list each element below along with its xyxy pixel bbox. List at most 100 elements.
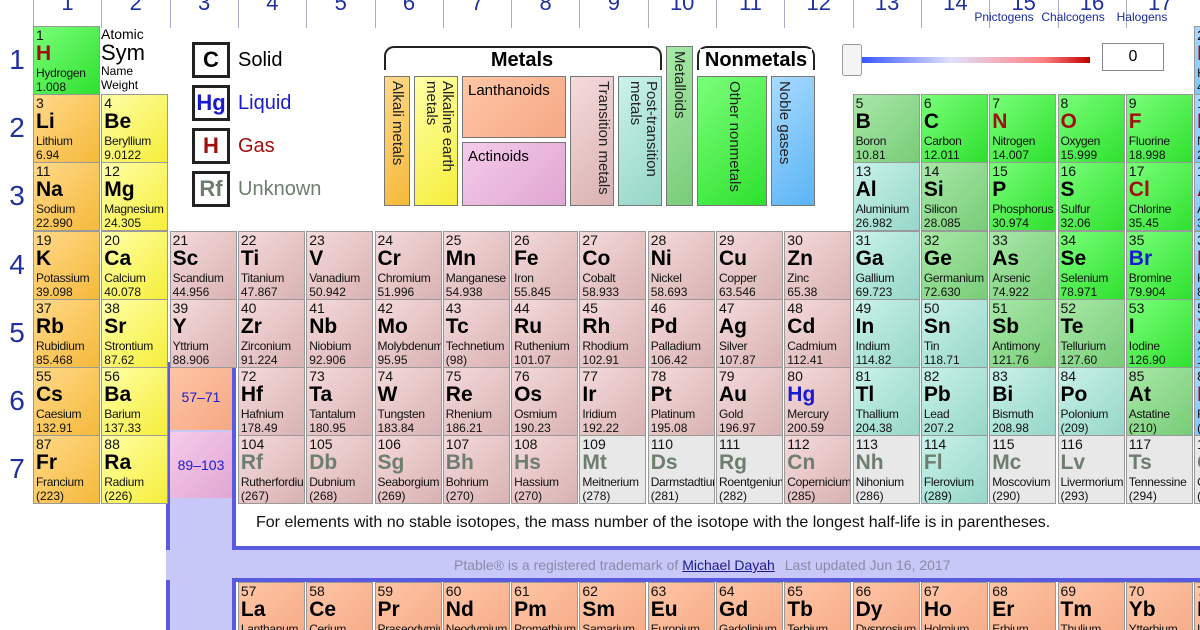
- category-post-transition[interactable]: Post-transition metals: [618, 76, 662, 206]
- element-erbium[interactable]: 68 Er Erbium: [989, 582, 1057, 630]
- element-rubidium[interactable]: 37 Rb Rubidium 85.468: [33, 298, 100, 368]
- temperature-input[interactable]: 0: [1102, 43, 1164, 71]
- element-osmium[interactable]: 76 Os Osmium 190.23: [511, 367, 579, 436]
- lanthanoids-ref-cell[interactable]: 57–71: [170, 364, 232, 430]
- group-header-7[interactable]: 7: [442, 0, 511, 28]
- element-silicon[interactable]: 14 Si Silicon 28.085: [920, 162, 988, 232]
- group-header-11[interactable]: 11: [716, 0, 784, 28]
- element-gallium[interactable]: 31 Ga Gallium 69.723: [852, 230, 920, 300]
- element-tungsten[interactable]: 74 W Tungsten 183.84: [374, 367, 442, 436]
- element-oxygen[interactable]: 8 O Oxygen 15.999: [1057, 94, 1125, 164]
- element-astatine[interactable]: 85 At Astatine (210): [1125, 367, 1193, 436]
- element-chromium[interactable]: 24 Cr Chromium 51.996: [374, 230, 442, 300]
- element-hafnium[interactable]: 72 Hf Hafnium 178.49: [237, 367, 305, 436]
- element-beryllium[interactable]: 4 Be Beryllium 9.0122: [101, 94, 169, 164]
- element-bismuth[interactable]: 83 Bi Bismuth 208.98: [989, 367, 1057, 436]
- element-technetium[interactable]: 43 Tc Technetium (98): [442, 298, 510, 368]
- element-nitrogen[interactable]: 7 N Nitrogen 14.007: [989, 94, 1057, 164]
- element-thallium[interactable]: 81 Tl Thallium 204.38: [852, 367, 920, 436]
- category-alkali-metals[interactable]: Alkali metals: [384, 76, 410, 206]
- element-bromine[interactable]: 35 Br Bromine 79.904: [1125, 230, 1193, 300]
- group-header-5[interactable]: 5: [306, 0, 374, 28]
- element-germanium[interactable]: 32 Ge Germanium 72.630: [920, 230, 988, 300]
- group-header-2[interactable]: 2: [101, 0, 169, 28]
- element-lanthanum[interactable]: 57 La Lanthanum: [237, 582, 305, 630]
- temperature-slider-track[interactable]: [858, 57, 1090, 63]
- period-label-6[interactable]: 6: [0, 371, 34, 431]
- element-thulium[interactable]: 69 Tm Thulium: [1057, 582, 1125, 630]
- group-header-8[interactable]: 8: [511, 0, 579, 28]
- category-other-nonmetals[interactable]: Other nonmetals: [697, 76, 767, 206]
- element-promethium[interactable]: 61 Pm Promethium: [511, 582, 579, 630]
- element-tantalum[interactable]: 73 Ta Tantalum 180.95: [306, 367, 374, 436]
- element-rhenium[interactable]: 75 Re Rhenium 186.21: [442, 367, 510, 436]
- element-palladium[interactable]: 46 Pd Palladium 106.42: [647, 298, 715, 368]
- element-iridium[interactable]: 77 Ir Iridium 192.22: [579, 367, 647, 436]
- element-ytterbium[interactable]: 70 Yb Ytterbium: [1125, 582, 1193, 630]
- element-flerovium[interactable]: 114 Fl Flerovium (289): [920, 435, 988, 505]
- element-moscovium[interactable]: 115 Mc Moscovium (290): [989, 435, 1057, 505]
- element-argon[interactable]: 18ArArgon39.948: [1194, 162, 1200, 232]
- element-tellurium[interactable]: 52 Te Tellurium 127.60: [1057, 298, 1125, 368]
- element-yttrium[interactable]: 39 Y Yttrium 88.906: [169, 298, 237, 368]
- element-hassium[interactable]: 108 Hs Hassium (270): [511, 435, 579, 505]
- element-selenium[interactable]: 34 Se Selenium 78.971: [1057, 230, 1125, 300]
- group-header-12[interactable]: 12: [784, 0, 852, 28]
- element-antimony[interactable]: 51 Sb Antimony 121.76: [989, 298, 1057, 368]
- element-copernicium[interactable]: 112 Cn Copernicium (285): [784, 435, 852, 505]
- element-lutetium[interactable]: 71LuLutetium: [1194, 582, 1200, 630]
- element-caesium[interactable]: 55 Cs Caesium 132.91: [33, 367, 100, 436]
- element-neon[interactable]: 10NeNeon20.180: [1194, 94, 1200, 164]
- period-label-3[interactable]: 3: [0, 166, 34, 226]
- element-titanium[interactable]: 22 Ti Titanium 47.867: [237, 230, 305, 300]
- period-label-2[interactable]: 2: [0, 98, 34, 158]
- element-phosphorus[interactable]: 15 P Phosphorus 30.974: [989, 162, 1057, 232]
- group-header-10[interactable]: 10: [647, 0, 716, 28]
- element-manganese[interactable]: 25 Mn Manganese 54.938: [442, 230, 510, 300]
- group-header-13[interactable]: 13: [852, 0, 921, 28]
- element-gadolinium[interactable]: 64 Gd Gadolinium: [716, 582, 783, 630]
- element-holmium[interactable]: 67 Ho Holmium: [920, 582, 988, 630]
- element-lithium[interactable]: 3 Li Lithium 6.94: [33, 94, 100, 164]
- element-lead[interactable]: 82 Pb Lead 207.2: [920, 367, 988, 436]
- temperature-slider-handle[interactable]: [842, 44, 862, 76]
- element-aluminium[interactable]: 13 Al Aluminium 26.982: [852, 162, 920, 232]
- element-meitnerium[interactable]: 109 Mt Meitnerium (278): [579, 435, 647, 505]
- element-sodium[interactable]: 11 Na Sodium 22.990: [33, 162, 100, 232]
- element-radium[interactable]: 88 Ra Radium (226): [101, 435, 169, 505]
- element-indium[interactable]: 49 In Indium 114.82: [852, 298, 920, 368]
- nonmetals-heading[interactable]: Nonmetals: [700, 49, 812, 72]
- element-radon[interactable]: 86RnRadon(222): [1194, 367, 1200, 436]
- element-zirconium[interactable]: 40 Zr Zirconium 91.224: [237, 298, 305, 368]
- state-liquid-legend[interactable]: Hg Liquid: [192, 85, 291, 121]
- element-strontium[interactable]: 38 Sr Strontium 87.62: [101, 298, 169, 368]
- element-samarium[interactable]: 62 Sm Samarium: [579, 582, 647, 630]
- element-roentgenium[interactable]: 111 Rg Roentgenium (282): [716, 435, 783, 505]
- element-arsenic[interactable]: 33 As Arsenic 74.922: [989, 230, 1057, 300]
- group-header-1[interactable]: 1: [33, 0, 101, 28]
- element-livermorium[interactable]: 116 Lv Livermorium (293): [1057, 435, 1125, 505]
- element-nihonium[interactable]: 113 Nh Nihonium (286): [852, 435, 920, 505]
- state-gas-legend[interactable]: H Gas: [192, 128, 275, 164]
- element-ruthenium[interactable]: 44 Ru Ruthenium 101.07: [511, 298, 579, 368]
- element-francium[interactable]: 87 Fr Francium (223): [33, 435, 100, 505]
- element-krypton[interactable]: 36KrKrypton83.798: [1194, 230, 1200, 300]
- actinoids-ref-cell[interactable]: 89–103: [170, 432, 232, 498]
- element-cobalt[interactable]: 27 Co Cobalt 58.933: [579, 230, 647, 300]
- element-cadmium[interactable]: 48 Cd Cadmium 112.41: [784, 298, 852, 368]
- period-label-7[interactable]: 7: [0, 439, 34, 499]
- element-molybdenum[interactable]: 42 Mo Molybdenum 95.95: [374, 298, 442, 368]
- element-oganesson[interactable]: 118OgOganesson(294): [1194, 435, 1200, 505]
- group-header-3[interactable]: 3: [169, 0, 238, 28]
- element-cerium[interactable]: 58 Ce Cerium: [306, 582, 374, 630]
- period-label-4[interactable]: 4: [0, 235, 34, 295]
- element-calcium[interactable]: 20 Ca Calcium 40.078: [101, 230, 169, 300]
- element-sulfur[interactable]: 16 S Sulfur 32.06: [1057, 162, 1125, 232]
- category-lanthanoids[interactable]: Lanthanoids: [462, 76, 566, 138]
- author-link[interactable]: Michael Dayah: [682, 557, 775, 573]
- element-scandium[interactable]: 21 Sc Scandium 44.956: [169, 230, 237, 300]
- period-label-1[interactable]: 1: [0, 30, 34, 90]
- element-gold[interactable]: 79 Au Gold 196.97: [716, 367, 783, 436]
- category-metalloids[interactable]: Metalloids: [666, 46, 693, 206]
- element-praseodymium[interactable]: 59PrPraseodymium: [374, 582, 442, 630]
